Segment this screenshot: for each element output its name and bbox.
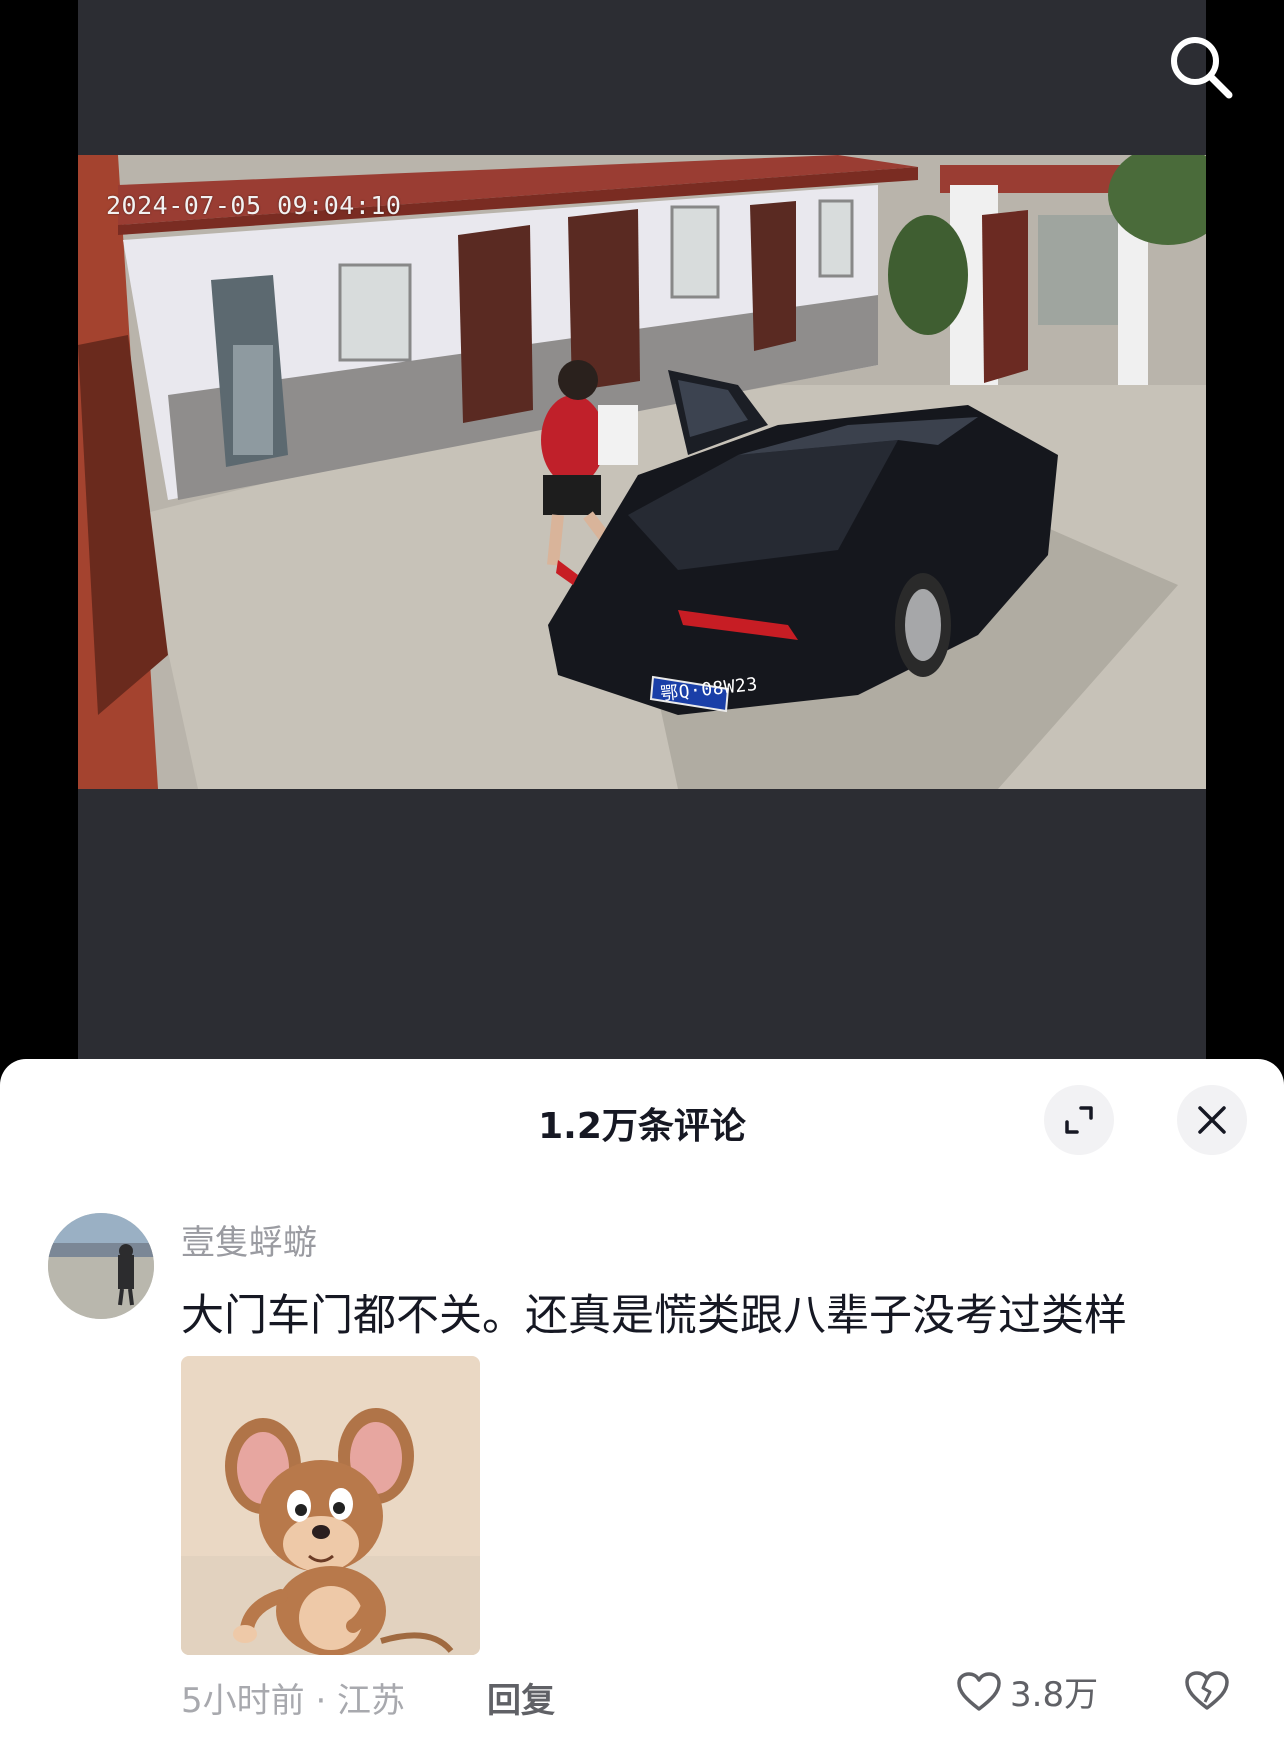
expand-icon (1065, 1106, 1093, 1134)
reply-button[interactable]: 回复 (487, 1673, 555, 1722)
like-count: 3.8万 (1010, 1675, 1099, 1715)
jerry-mouse-sticker (181, 1356, 480, 1655)
avatar[interactable] (48, 1213, 154, 1319)
search-button[interactable] (1166, 32, 1236, 102)
like-button[interactable]: 3.8万 (956, 1667, 1098, 1716)
comment-time-location: 5小时前 · 江苏 (181, 1681, 406, 1721)
video-player[interactable]: 2024-07-05 09:04:10 鄂Q·08W23 (0, 0, 1284, 1070)
dislike-button[interactable] (1184, 1670, 1230, 1716)
search-icon (1171, 37, 1233, 99)
heart-outline-icon (957, 1671, 1001, 1711)
surveillance-video-frame: 2024-07-05 09:04:10 鄂Q·08W23 (78, 155, 1206, 789)
comments-sheet: 1.2万条评论 壹隻蜉蝣 大门车门都不关。还真是慌类跟八辈子没考过类样 5小时前… (0, 1059, 1284, 1741)
courtyard-scene (78, 155, 1206, 789)
broken-heart-icon (1185, 1671, 1229, 1710)
comment-username[interactable]: 壹隻蜉蝣 (181, 1215, 317, 1264)
close-icon (1198, 1106, 1226, 1134)
video-timestamp: 2024-07-05 09:04:10 (106, 191, 402, 220)
avatar-image (48, 1213, 154, 1319)
expand-button[interactable] (1044, 1085, 1114, 1155)
close-button[interactable] (1177, 1085, 1247, 1155)
sticker-image[interactable] (181, 1356, 480, 1655)
comment-text: 大门车门都不关。还真是慌类跟八辈子没考过类样 (181, 1291, 1127, 1341)
